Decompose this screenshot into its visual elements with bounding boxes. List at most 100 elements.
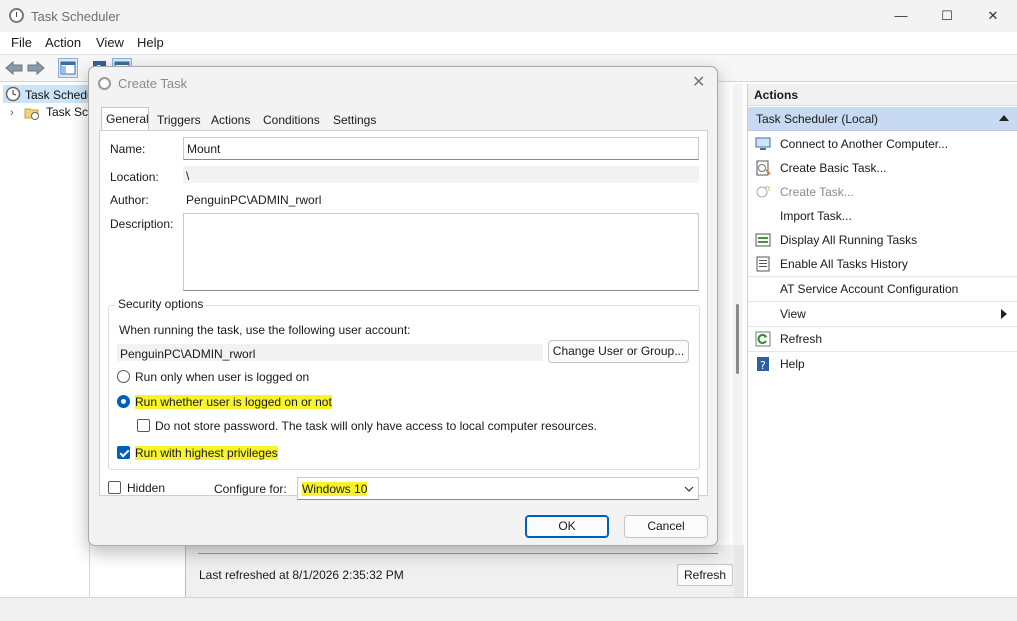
- hidden-label[interactable]: Hidden: [127, 481, 165, 495]
- clock-icon: [98, 77, 111, 90]
- window-title: Task Scheduler: [31, 9, 120, 24]
- status-bar: [0, 597, 1017, 621]
- tab-settings[interactable]: Settings: [329, 109, 380, 131]
- divider: [198, 553, 718, 554]
- configure-for-value: Windows 10: [302, 482, 368, 496]
- name-label: Name:: [110, 142, 146, 156]
- action-display-all-running-tasks[interactable]: Display All Running Tasks: [748, 228, 1017, 252]
- configure-for-label: Configure for:: [214, 482, 287, 496]
- location-label: Location:: [110, 170, 159, 184]
- action-label: Create Task...: [780, 185, 854, 199]
- create-task-dialog: Create Task ✕ General Triggers Actions C…: [88, 66, 718, 546]
- tab-conditions[interactable]: Conditions: [259, 109, 324, 131]
- collapse-up-icon[interactable]: [999, 115, 1009, 121]
- maximize-button[interactable]: ☐: [924, 0, 970, 32]
- menu-help[interactable]: Help: [137, 35, 164, 50]
- history-icon: [756, 256, 770, 272]
- create-task-icon: [756, 186, 770, 198]
- show-hide-console-tree-icon[interactable]: [58, 58, 78, 78]
- folder-clock-icon: [24, 108, 39, 120]
- tab-actions[interactable]: Actions: [207, 109, 254, 131]
- radio-run-whether-logged-on[interactable]: [117, 395, 130, 408]
- tab-triggers[interactable]: Triggers: [153, 109, 205, 131]
- last-refreshed-text: Last refreshed at 8/1/2026 2:35:32 PM: [199, 568, 404, 582]
- menu-bar: File Action View Help: [0, 32, 1017, 54]
- action-label: Refresh: [780, 332, 823, 346]
- center-pane: Last refreshed at 8/1/2026 2:35:32 PM Re…: [185, 545, 744, 597]
- name-input[interactable]: Mount: [183, 137, 699, 160]
- actions-header-label: Actions: [754, 88, 799, 102]
- scrollbar-thumb[interactable]: [736, 304, 739, 374]
- radio-run-only-when-logged-on[interactable]: [117, 370, 130, 383]
- actions-section-task-scheduler-local[interactable]: Task Scheduler (Local): [748, 107, 1017, 131]
- tree-item-task-scheduler-library[interactable]: Task Scheduler Library: [46, 105, 90, 119]
- actions-header: Actions: [748, 84, 1017, 106]
- refresh-button[interactable]: Refresh: [677, 564, 733, 586]
- computer-icon: [755, 137, 771, 150]
- account-prompt: When running the task, use the following…: [119, 323, 411, 337]
- action-create-basic-task[interactable]: Create Basic Task...: [748, 156, 1017, 180]
- action-view[interactable]: View: [748, 302, 1017, 326]
- action-label: Enable All Tasks History: [780, 257, 908, 271]
- radio-run-whether-logged-on-label[interactable]: Run whether user is logged on or not: [135, 395, 332, 409]
- dialog-close-icon[interactable]: ✕: [692, 72, 705, 92]
- change-user-or-group-button[interactable]: Change User or Group...: [548, 340, 689, 363]
- submenu-arrow-icon: [1001, 309, 1007, 319]
- action-refresh[interactable]: Refresh: [748, 327, 1017, 351]
- menu-action[interactable]: Action: [45, 35, 81, 50]
- scrollbar[interactable]: [734, 545, 744, 597]
- chevron-down-icon: [684, 486, 694, 492]
- refresh-icon: [755, 331, 771, 347]
- center-scrollbar[interactable]: [733, 84, 743, 545]
- action-label: View: [780, 307, 806, 321]
- actions-section-label: Task Scheduler (Local): [756, 112, 879, 126]
- actions-pane: Actions Task Scheduler (Local) Connect t…: [747, 84, 1017, 597]
- running-tasks-icon: [755, 233, 771, 247]
- action-enable-all-tasks-history[interactable]: Enable All Tasks History: [748, 252, 1017, 276]
- tree-item-task-scheduler-local[interactable]: Task Scheduler (Local): [3, 85, 89, 103]
- cancel-button[interactable]: Cancel: [624, 515, 708, 538]
- svg-text:?: ?: [760, 359, 766, 372]
- description-textarea[interactable]: [183, 213, 699, 291]
- description-label: Description:: [110, 217, 174, 231]
- minimize-button[interactable]: —: [878, 0, 924, 32]
- help-icon: ?: [757, 357, 769, 372]
- clock-icon: [5, 86, 21, 102]
- security-options-title: Security options: [115, 297, 207, 311]
- action-label: Create Basic Task...: [780, 161, 887, 175]
- location-value: \: [183, 166, 699, 183]
- console-tree: Task Scheduler (Local) › Task Scheduler …: [0, 83, 90, 597]
- back-arrow-icon[interactable]: [5, 60, 23, 76]
- tree-item-label: Task Scheduler (Local): [25, 88, 89, 102]
- action-connect-to-another-computer[interactable]: Connect to Another Computer...: [748, 132, 1017, 156]
- action-create-task[interactable]: Create Task...: [748, 180, 1017, 204]
- author-label: Author:: [110, 193, 149, 207]
- run-with-highest-privileges-checkbox[interactable]: [117, 446, 130, 459]
- run-with-highest-privileges-label[interactable]: Run with highest privileges: [135, 446, 278, 460]
- action-label: Connect to Another Computer...: [780, 137, 949, 151]
- title-bar: Task Scheduler — ☐ ✕: [0, 0, 1017, 32]
- menu-file[interactable]: File: [11, 35, 32, 50]
- ok-button[interactable]: OK: [525, 515, 609, 538]
- radio-run-only-when-logged-on-label[interactable]: Run only when user is logged on: [135, 370, 309, 384]
- action-label: Import Task...: [780, 209, 852, 223]
- configure-for-select[interactable]: Windows 10: [297, 477, 699, 500]
- dialog-title: Create Task: [118, 76, 188, 91]
- action-label: Help: [780, 357, 805, 371]
- author-value: PenguinPC\ADMIN_rworl: [186, 193, 322, 207]
- action-at-service-account-configuration[interactable]: AT Service Account Configuration: [748, 277, 1017, 301]
- do-not-store-password-label[interactable]: Do not store password. The task will onl…: [155, 419, 597, 433]
- close-button[interactable]: ✕: [970, 0, 1016, 32]
- action-import-task[interactable]: Import Task...: [748, 204, 1017, 228]
- action-label: AT Service Account Configuration: [780, 282, 959, 296]
- chevron-right-icon[interactable]: ›: [10, 107, 14, 119]
- create-basic-task-icon: [756, 160, 771, 176]
- menu-view[interactable]: View: [96, 35, 124, 50]
- action-label: Display All Running Tasks: [780, 233, 918, 247]
- forward-arrow-icon[interactable]: [27, 60, 45, 76]
- tab-general[interactable]: General: [101, 107, 149, 131]
- task-scheduler-icon: [9, 8, 24, 23]
- do-not-store-password-checkbox[interactable]: [137, 419, 150, 432]
- hidden-checkbox[interactable]: [108, 481, 121, 494]
- action-help[interactable]: ? Help: [748, 352, 1017, 376]
